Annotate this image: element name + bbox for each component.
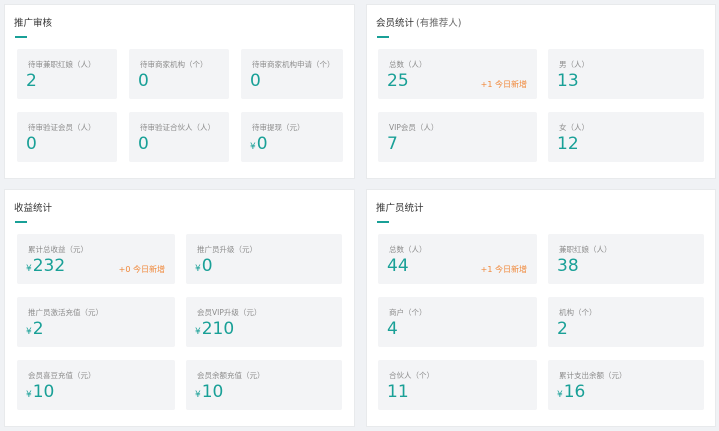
card-label: 累计总收益（元） — [28, 245, 88, 254]
card-label: 男（人） — [559, 60, 589, 69]
card-value: ¥0 — [195, 256, 213, 276]
card-value: ¥0 — [250, 134, 268, 154]
card-label: 待审商家机构（个） — [140, 60, 208, 69]
revenue-stats-panel: 收益统计 累计总收益（元） ¥232 +0 今日新增 推广员升级（元） ¥0 推… — [4, 189, 355, 427]
card-label: 商户（个） — [389, 308, 427, 317]
currency-symbol: ¥ — [195, 390, 201, 400]
card-value: 13 — [557, 71, 579, 91]
card-label: 推广员激活充值（元） — [28, 308, 103, 317]
card-value: 38 — [557, 256, 579, 276]
stat-card-pending-merchant-applications[interactable]: 待审商家机构申请（个） 0 — [241, 49, 343, 99]
today-new-badge: +1 今日新增 — [480, 80, 527, 89]
card-label: 推广员升级（元） — [197, 245, 257, 254]
card-value: ¥232 — [26, 256, 66, 276]
stat-card-member-female[interactable]: 女（人） 12 — [548, 112, 704, 162]
promo-review-panel: 推广审核 待审兼职红娘（人） 2 待审商家机构（个） 0 待审商家机构申请（个）… — [4, 4, 355, 179]
today-new-badge: +1 今日新增 — [480, 265, 527, 274]
currency-symbol: ¥ — [195, 264, 201, 274]
stat-card-member-male[interactable]: 男（人） 13 — [548, 49, 704, 99]
card-value: ¥210 — [195, 319, 235, 339]
card-label: 会员VIP升级（元） — [197, 308, 262, 317]
card-value: 11 — [387, 382, 409, 402]
currency-symbol: ¥ — [26, 264, 32, 274]
card-value: 0 — [250, 71, 261, 91]
stat-card-member-beans-topup[interactable]: 会员喜豆充值（元） ¥10 — [17, 360, 175, 410]
stat-card-member-balance-topup[interactable]: 会员余额充值（元） ¥10 — [186, 360, 342, 410]
title-accent-bar — [377, 36, 389, 38]
stat-card-member-total[interactable]: 总数（人） 25 +1 今日新增 — [378, 49, 537, 99]
stat-card-member-vip-upgrade[interactable]: 会员VIP升级（元） ¥210 — [186, 297, 342, 347]
stat-card-pending-merchants[interactable]: 待审商家机构（个） 0 — [129, 49, 229, 99]
title-accent-bar — [15, 36, 27, 38]
card-label: 机构（个） — [559, 308, 597, 317]
panel-title: 推广员统计 — [376, 203, 424, 214]
currency-symbol: ¥ — [195, 327, 201, 337]
stat-card-pending-matchmakers[interactable]: 待审兼职红娘（人） 2 — [17, 49, 117, 99]
currency-symbol: ¥ — [26, 327, 32, 337]
card-label: 总数（人） — [389, 245, 427, 254]
card-label: 待审提现（元） — [252, 123, 305, 132]
stat-card-institutions[interactable]: 机构（个） 2 — [548, 297, 704, 347]
card-value: ¥2 — [26, 319, 44, 339]
card-label: 待审商家机构申请（个） — [252, 60, 335, 69]
panel-title: 推广审核 — [14, 18, 53, 29]
card-value: 7 — [387, 134, 398, 154]
currency-symbol: ¥ — [557, 390, 563, 400]
card-label: 待审验证合伙人（人） — [140, 123, 215, 132]
stat-card-promoter-upgrade[interactable]: 推广员升级（元） ¥0 — [186, 234, 342, 284]
card-label: 合伙人（个） — [389, 371, 434, 380]
stat-card-partners[interactable]: 合伙人（个） 11 — [378, 360, 537, 410]
currency-symbol: ¥ — [26, 390, 32, 400]
title-accent-bar — [377, 221, 389, 223]
card-value: 0 — [138, 71, 149, 91]
stat-card-merchants[interactable]: 商户（个） 4 — [378, 297, 537, 347]
card-label: VIP会员（人） — [389, 123, 439, 132]
card-label: 待审兼职红娘（人） — [28, 60, 96, 69]
card-value: 0 — [138, 134, 149, 154]
card-value: 2 — [557, 319, 568, 339]
stat-card-total-balance-spent[interactable]: 累计支出余额（元） ¥16 — [548, 360, 704, 410]
card-label: 总数（人） — [389, 60, 427, 69]
card-label: 累计支出余额（元） — [559, 371, 627, 380]
promoter-stats-panel: 推广员统计 总数（人） 44 +1 今日新增 兼职红娘（人） 38 商户（个） … — [366, 189, 716, 427]
card-label: 待审验证会员（人） — [28, 123, 96, 132]
card-value: 4 — [387, 319, 398, 339]
card-label: 会员喜豆充值（元） — [28, 371, 96, 380]
card-value: ¥10 — [26, 382, 55, 402]
panel-subtitle: (有推荐人) — [416, 18, 462, 29]
currency-symbol: ¥ — [250, 142, 256, 152]
card-value: 44 — [387, 256, 409, 276]
panel-title: 收益统计 — [14, 203, 53, 214]
card-value: ¥10 — [195, 382, 224, 402]
card-value: 2 — [26, 71, 37, 91]
stat-card-member-vip[interactable]: VIP会员（人） 7 — [378, 112, 537, 162]
card-value: 0 — [26, 134, 37, 154]
panel-title: 会员统计 (有推荐人) — [376, 18, 462, 29]
stat-card-promoter-activation[interactable]: 推广员激活充值（元） ¥2 — [17, 297, 175, 347]
card-label: 兼职红娘（人） — [559, 245, 612, 254]
stat-card-promoter-total[interactable]: 总数（人） 44 +1 今日新增 — [378, 234, 537, 284]
title-accent-bar — [15, 221, 27, 223]
today-new-badge: +0 今日新增 — [118, 265, 165, 274]
stat-card-pending-verified-members[interactable]: 待审验证会员（人） 0 — [17, 112, 117, 162]
card-value: 12 — [557, 134, 579, 154]
card-label: 会员余额充值（元） — [197, 371, 265, 380]
stat-card-pending-verified-partners[interactable]: 待审验证合伙人（人） 0 — [129, 112, 229, 162]
member-stats-panel: 会员统计 (有推荐人) 总数（人） 25 +1 今日新增 男（人） 13 VIP会… — [366, 4, 716, 179]
stat-card-pending-withdrawals[interactable]: 待审提现（元） ¥0 — [241, 112, 343, 162]
card-value: ¥16 — [557, 382, 586, 402]
card-label: 女（人） — [559, 123, 589, 132]
stat-card-total-revenue[interactable]: 累计总收益（元） ¥232 +0 今日新增 — [17, 234, 175, 284]
card-value: 25 — [387, 71, 409, 91]
stat-card-part-time-matchmakers[interactable]: 兼职红娘（人） 38 — [548, 234, 704, 284]
